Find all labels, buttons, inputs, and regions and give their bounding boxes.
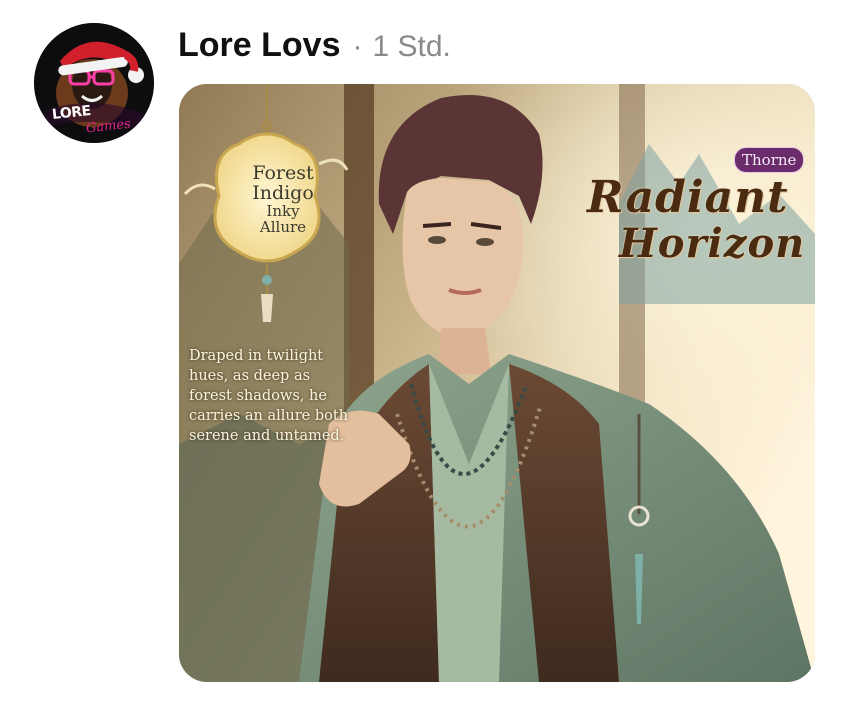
outfit-title-line-1: Radiant [587, 172, 789, 223]
post-header: Lore Lovs · 1 Std. [178, 26, 451, 70]
meta-separator: · [352, 30, 363, 63]
medallion-line-1: Forest [252, 162, 314, 184]
character-quote: Draped in twilight hues, as deep as fore… [189, 348, 349, 444]
social-post: LORE Games Lore Lovs · 1 Std. Forest Ind… [0, 0, 855, 712]
post-timestamp[interactable]: 1 Std. [372, 30, 450, 64]
post-image[interactable]: Forest Indigo Inky Allure Draped in twil… [179, 84, 815, 682]
author-avatar[interactable]: LORE Games [34, 23, 154, 143]
medallion-line-4: Allure [259, 217, 307, 236]
author-name[interactable]: Lore Lovs [178, 26, 340, 65]
medallion-label: Forest Indigo Inky Allure [235, 162, 331, 236]
character-name-badge: Thorne [734, 147, 805, 173]
outfit-title-line-2: Horizon [619, 220, 806, 267]
medallion-line-2: Indigo [252, 181, 314, 204]
